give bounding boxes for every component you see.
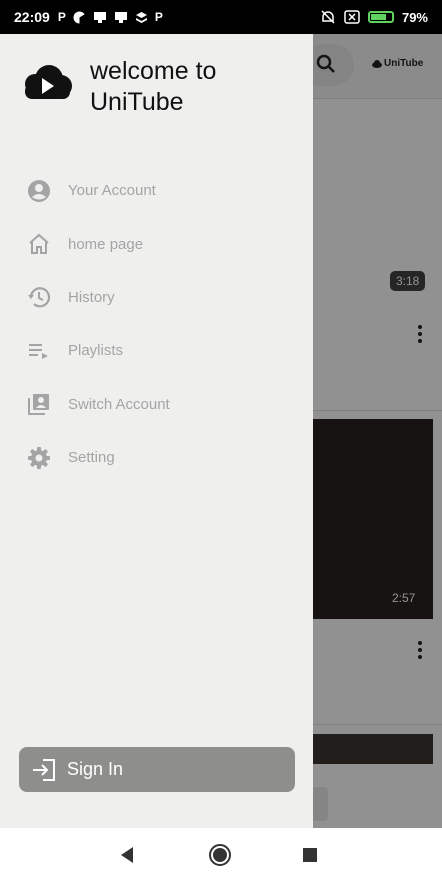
cast-icon	[114, 11, 127, 23]
battery-percent: 79%	[401, 9, 428, 25]
navigation-drawer: welcome to UniTube Your Account home pag…	[0, 34, 313, 828]
account-circle-icon	[26, 178, 52, 204]
history-icon	[26, 284, 52, 310]
notification-icons: P P	[58, 10, 163, 24]
sim-off-icon	[344, 10, 360, 24]
back-icon[interactable]	[114, 842, 140, 868]
battery-icon	[367, 11, 394, 23]
menu-item-label: History	[68, 288, 115, 306]
home-icon	[26, 231, 52, 257]
cast-icon	[93, 11, 106, 23]
recents-icon[interactable]	[297, 842, 323, 868]
alarm-off-icon	[321, 10, 335, 24]
p-app-icon: P	[154, 10, 163, 24]
sign-in-button[interactable]: Sign In	[19, 747, 295, 792]
menu-item-home-page[interactable]: home page	[0, 217, 313, 270]
menu-item-label: home page	[68, 235, 144, 253]
playlist-icon	[26, 338, 52, 364]
menu-item-switch-account[interactable]: Switch Account	[0, 378, 313, 431]
gear-icon	[26, 445, 52, 471]
status-bar: 22:09 P P 79%	[0, 0, 442, 34]
drawer-menu: Your Account home page History Playlists…	[0, 164, 313, 484]
home-button-icon[interactable]	[207, 842, 233, 868]
layers-icon	[135, 11, 147, 23]
drawer-title: welcome to UniTube	[90, 57, 217, 116]
menu-item-your-account[interactable]: Your Account	[0, 164, 313, 217]
cloud-play-icon	[25, 65, 72, 99]
status-time: 22:09	[14, 9, 50, 25]
drawer-header: welcome to UniTube	[20, 56, 260, 118]
login-icon	[33, 758, 55, 781]
p-app-icon: P	[57, 10, 66, 24]
menu-item-label: Playlists	[68, 342, 124, 360]
menu-item-label: Switch Account	[68, 395, 170, 413]
menu-item-label: Setting	[68, 449, 115, 467]
status-right: 79%	[320, 9, 428, 25]
menu-item-setting[interactable]: Setting	[0, 431, 313, 484]
sign-in-label: Sign In	[67, 759, 124, 779]
menu-item-label: Your Account	[68, 182, 156, 200]
pie-chart-icon	[73, 11, 86, 24]
menu-item-history[interactable]: History	[0, 271, 313, 324]
menu-item-playlists[interactable]: Playlists	[0, 324, 313, 377]
switch-account-icon	[26, 391, 52, 417]
system-nav-bar	[0, 828, 442, 882]
